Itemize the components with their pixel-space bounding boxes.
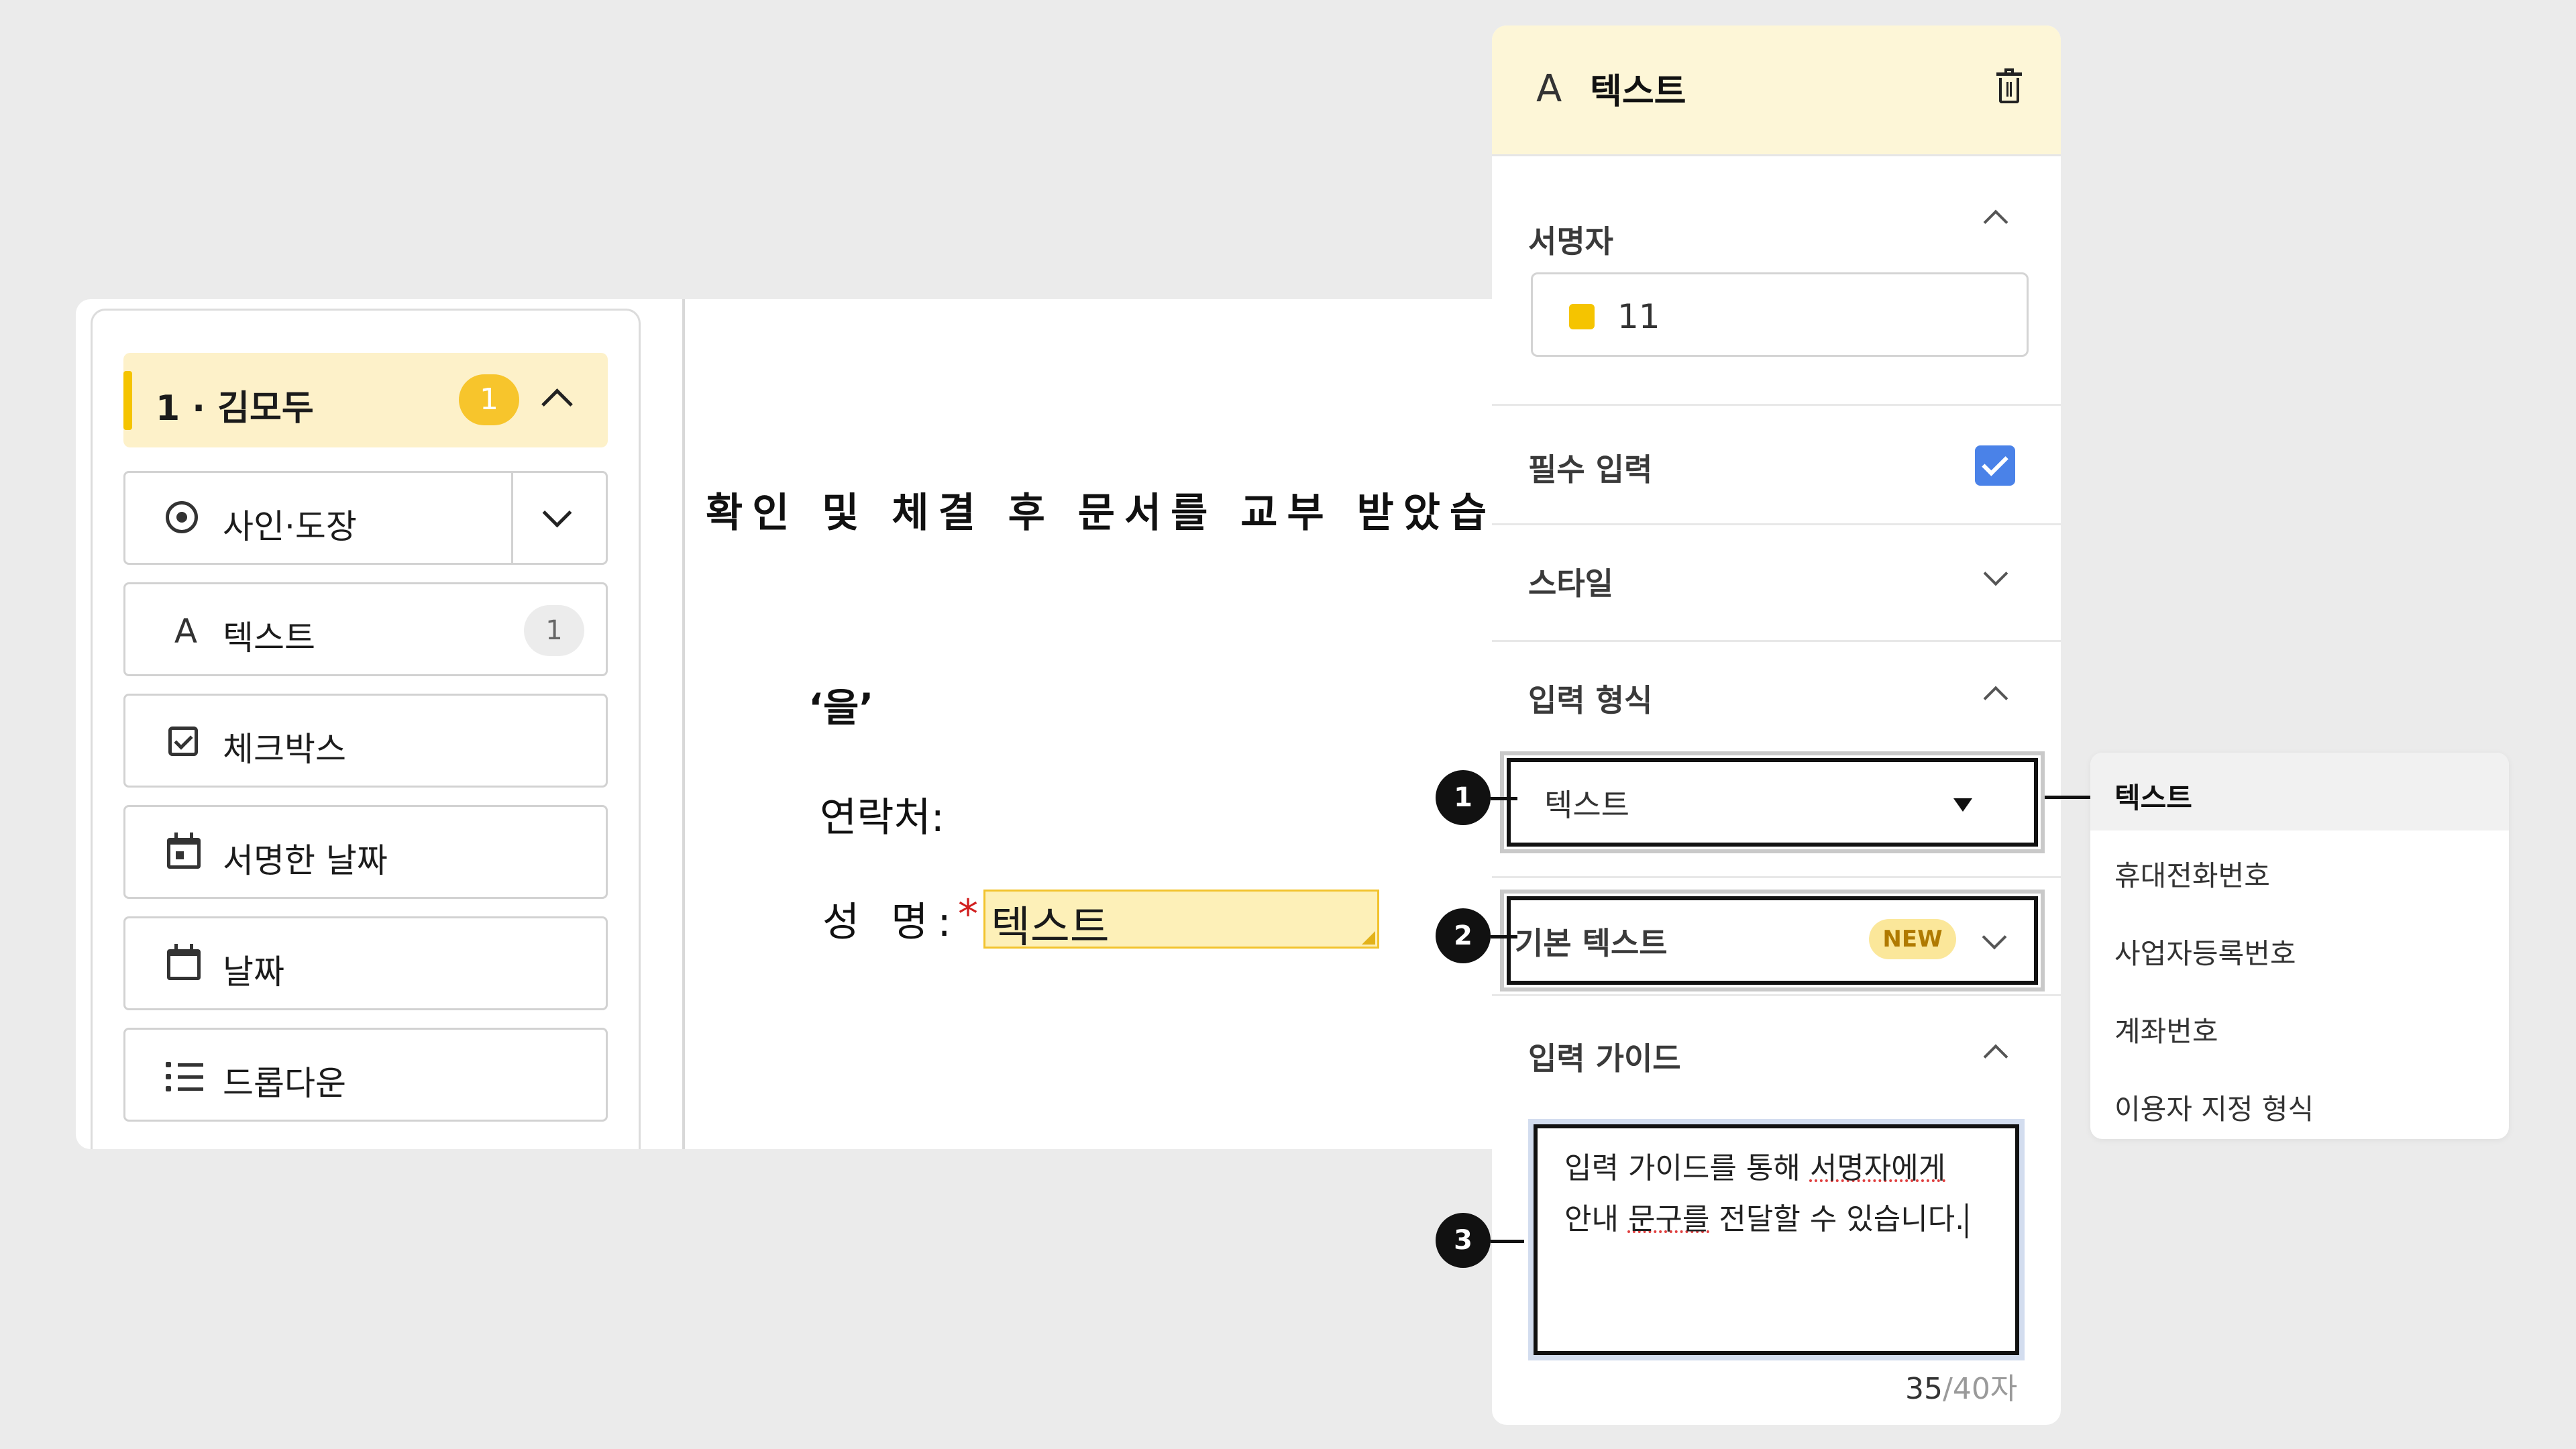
signer-group-header[interactable]: 1 · 김모두 1 <box>123 353 608 447</box>
signer-field-count: 1 <box>459 374 519 425</box>
input-format-section-label: 입력 형식 <box>1528 682 1653 718</box>
section-divider <box>1492 523 2061 525</box>
trash-icon[interactable] <box>1996 68 2022 103</box>
panel-divider <box>682 299 685 1149</box>
name-label: 성 명: <box>822 899 961 946</box>
tool-label: 날짜 <box>223 953 284 991</box>
popover-connector-line <box>2045 796 2090 799</box>
text-a-icon: A <box>1536 67 1562 111</box>
tool-label: 텍스트 <box>223 619 315 657</box>
char-counter: 35/40자 <box>1905 1372 2018 1406</box>
signer-select-value: 11 <box>1617 297 1660 336</box>
chevron-up-icon[interactable] <box>1983 1044 2008 1069</box>
section-divider <box>1492 640 2061 642</box>
new-badge: NEW <box>1869 919 1956 959</box>
placed-text-field[interactable]: 텍스트 <box>983 890 1379 953</box>
chevron-up-icon[interactable] <box>541 388 573 420</box>
checkbox-icon <box>168 727 198 756</box>
required-checkbox[interactable] <box>1975 445 2015 486</box>
signer-section-label: 서명자 <box>1528 223 1613 260</box>
signer-color-swatch <box>1569 304 1595 329</box>
default-text-select[interactable]: 기본 텍스트 NEW <box>1507 896 2038 985</box>
input-guide-section-label: 입력 가이드 <box>1528 1040 1681 1077</box>
tool-checkbox[interactable]: 체크박스 <box>123 694 608 788</box>
input-format-select[interactable]: 텍스트 <box>1507 758 2038 847</box>
chevron-up-icon[interactable] <box>1983 209 2008 235</box>
text-field-label: 텍스트 <box>991 903 1110 953</box>
input-format-options-popover: 텍스트 휴대전화번호 사업자등록번호 계좌번호 이용자 지정 형식 <box>2090 753 2509 1139</box>
marker-leader-line <box>1491 797 1517 800</box>
dropdown-arrow-icon <box>1953 798 1972 812</box>
text-a-icon: A <box>174 612 198 651</box>
tool-count-badge: 1 <box>524 605 584 656</box>
format-option-custom[interactable]: 이용자 지정 형식 <box>2090 1064 2509 1142</box>
default-text-label: 기본 텍스트 <box>1515 925 1668 961</box>
chevron-up-icon[interactable] <box>1983 686 2008 711</box>
tool-dropdown[interactable]: 드롭다운 <box>123 1028 608 1122</box>
contact-label: 연락처: <box>820 794 945 841</box>
signed-date-calendar-icon <box>167 833 201 869</box>
tool-text[interactable]: A 텍스트 1 <box>123 582 608 676</box>
marker-leader-line <box>1491 935 1517 938</box>
list-icon <box>166 1062 203 1091</box>
style-section-label: 스타일 <box>1528 566 1613 602</box>
signer-color-bar <box>123 371 132 430</box>
tool-divider <box>511 473 513 563</box>
tool-label: 체크박스 <box>223 730 346 769</box>
input-guide-textarea[interactable]: 입력 가이드를 통해 서명자에게 안내 문구를 전달할 수 있습니다. <box>1528 1119 2025 1360</box>
tool-label: 드롭다운 <box>223 1064 346 1103</box>
callout-marker-2: 2 <box>1436 908 1491 963</box>
tool-label: 사인·도장 <box>223 507 357 546</box>
stamp-radio-icon <box>166 501 198 533</box>
section-divider <box>1492 404 2061 406</box>
tool-signed-date[interactable]: 서명한 날짜 <box>123 805 608 899</box>
input-guide-text: 입력 가이드를 통해 서명자에게 안내 문구를 전달할 수 있습니다. <box>1564 1143 1968 1245</box>
panel-header: A 텍스트 <box>1492 25 2061 156</box>
signer-name: 1 · 김모두 <box>156 388 314 429</box>
signer-select[interactable]: 11 <box>1531 272 2029 357</box>
required-section-label: 필수 입력 <box>1528 451 1653 488</box>
chevron-down-icon[interactable] <box>1982 924 2007 950</box>
party-label: ‘을’ <box>808 685 874 731</box>
panel-title: 텍스트 <box>1590 72 1686 112</box>
tool-sign-stamp[interactable]: 사인·도장 <box>123 471 608 565</box>
format-option-account-number[interactable]: 계좌번호 <box>2090 986 2509 1064</box>
property-panel: A 텍스트 서명자 11 필수 입력 스타일 입력 형식 텍스트 기본 텍스트 … <box>1492 25 2061 1425</box>
chevron-down-icon[interactable] <box>542 498 572 528</box>
section-divider <box>1492 994 2061 996</box>
chevron-down-icon[interactable] <box>1983 561 2008 586</box>
text-caret <box>1966 1203 1968 1238</box>
section-divider <box>1492 876 2061 878</box>
document-heading: 확인 및 체결 후 문서를 교부 받았습니 <box>706 490 1543 537</box>
callout-marker-3: 3 <box>1436 1213 1491 1268</box>
calendar-icon <box>167 944 201 980</box>
callout-marker-1: 1 <box>1436 770 1491 825</box>
marker-leader-line <box>1491 1240 1524 1243</box>
input-format-value: 텍스트 <box>1544 787 1629 823</box>
format-option-text[interactable]: 텍스트 <box>2090 753 2509 830</box>
tool-label: 서명한 날짜 <box>223 841 388 880</box>
required-asterisk: * <box>958 891 978 938</box>
format-option-phone[interactable]: 휴대전화번호 <box>2090 830 2509 908</box>
format-option-business-number[interactable]: 사업자등록번호 <box>2090 908 2509 986</box>
tool-date[interactable]: 날짜 <box>123 916 608 1010</box>
